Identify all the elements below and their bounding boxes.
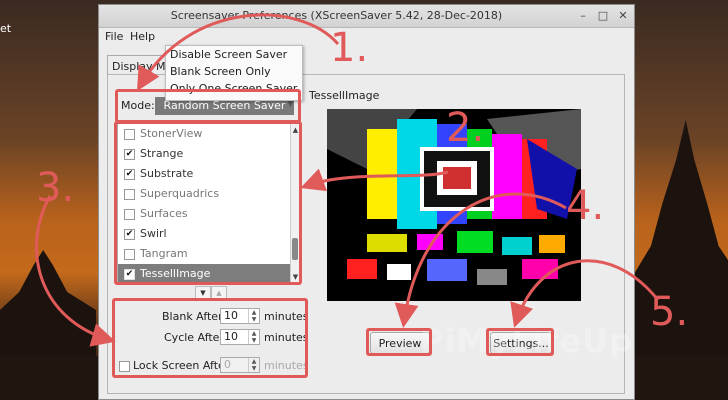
arrow-4 xyxy=(394,192,567,328)
annotation-arrows xyxy=(35,13,660,347)
arrow-1 xyxy=(136,13,340,92)
arrow-3 xyxy=(35,195,116,347)
arrow-5 xyxy=(510,259,660,328)
arrow-2 xyxy=(300,168,449,192)
